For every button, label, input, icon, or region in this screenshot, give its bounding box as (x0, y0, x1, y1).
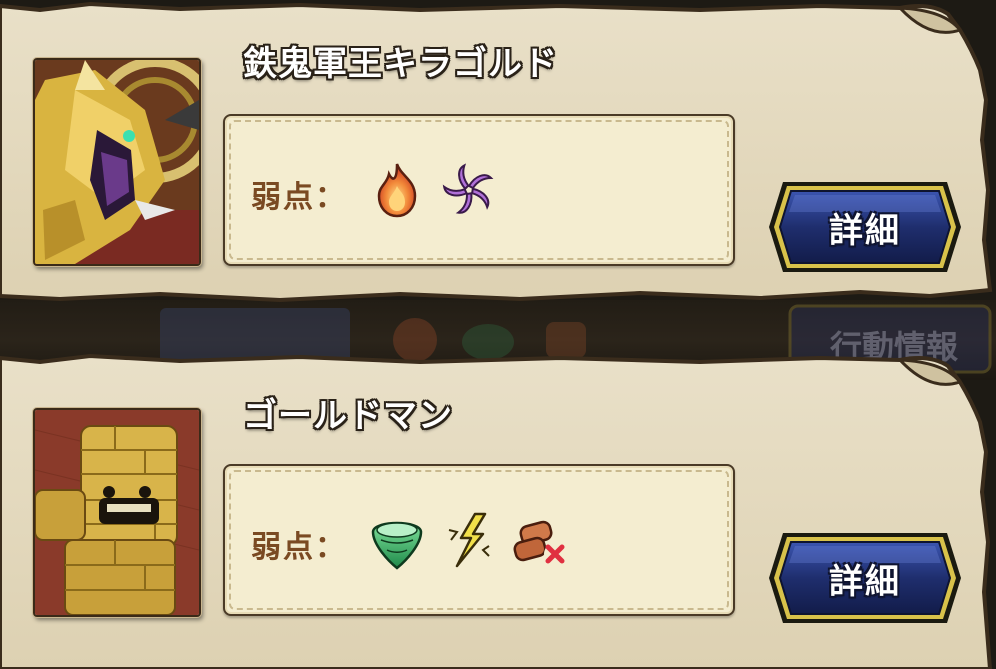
wind-icon (371, 521, 423, 570)
weakness-icons (367, 160, 499, 220)
lightning-icon (448, 512, 490, 568)
monster-name: ゴールドマン (243, 396, 453, 436)
detail-button[interactable]: 詳細 (765, 529, 965, 627)
fire-icon (377, 163, 417, 218)
detail-button[interactable]: 詳細 (765, 178, 965, 276)
debuff-icon (513, 520, 566, 565)
dark-swirl-icon (442, 163, 494, 214)
weakness-label: 弱点： (251, 180, 347, 215)
gold-golem-portrait-icon (35, 410, 199, 615)
golden-dragon-portrait-icon (35, 60, 199, 264)
monster-portrait[interactable] (33, 408, 201, 617)
monster-portrait[interactable] (33, 58, 201, 266)
weakness-label: 弱点： (251, 530, 347, 565)
monster-name: 鉄鬼軍王キラゴルド (243, 44, 558, 84)
detail-button-label: 詳細 (829, 561, 901, 602)
weakness-icons (367, 510, 571, 570)
monster-weakness-screen: 行動情報 鉄鬼軍王キラゴルド 弱点： 詳細 ゴールドマン 弱点： 詳細 (0, 0, 996, 669)
weakness-panel: 弱点： (223, 464, 735, 616)
monster-card-2: ゴールドマン 弱点： 詳細 (0, 352, 996, 669)
detail-button-label: 詳細 (829, 210, 901, 251)
weakness-panel: 弱点： (223, 114, 735, 266)
monster-card-1: 鉄鬼軍王キラゴルド 弱点： 詳細 (0, 0, 996, 303)
